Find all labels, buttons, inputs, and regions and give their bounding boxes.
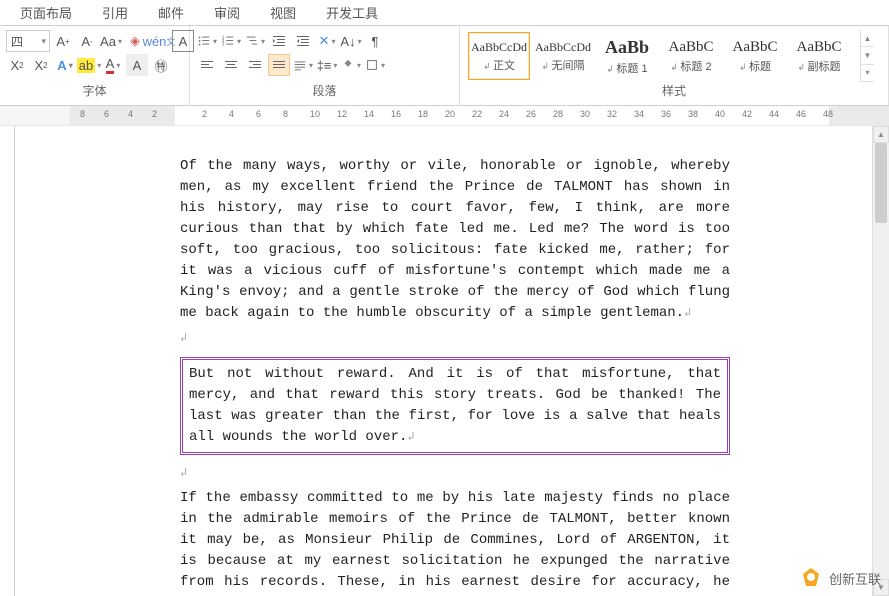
ribbon: 四 A+ A- Aa ◈ wén文 A X2 X2 A ab A A ㊕ — [0, 26, 889, 106]
styles-scroll-down[interactable]: ▼ — [861, 47, 874, 64]
styles-scroll: ▲ ▼ ▾ — [860, 30, 874, 82]
increase-indent-button[interactable] — [292, 30, 314, 52]
font-color-button[interactable]: A — [102, 54, 124, 76]
line-spacing-button[interactable]: ‡≡ — [316, 54, 338, 76]
align-right-button[interactable] — [244, 54, 266, 76]
ruler-horizontal[interactable]: 8642246810121416182022242628303234363840… — [0, 106, 889, 126]
paragraph-3[interactable]: If the embassy committed to me by his la… — [180, 488, 730, 596]
paragraph-2[interactable]: But not without reward. And it is of tha… — [189, 364, 721, 448]
asian-layout-button[interactable]: ✕ — [316, 30, 338, 52]
align-left-button[interactable] — [196, 54, 218, 76]
vertical-scrollbar[interactable]: ▲ ▼ — [872, 126, 889, 596]
multilevel-list-button[interactable] — [244, 30, 266, 52]
document-area: Of the many ways, worthy or vile, honora… — [0, 126, 889, 596]
paragraph-empty-2[interactable] — [180, 463, 730, 484]
text-effects-button[interactable]: A — [54, 54, 76, 76]
group-paragraph-label: 段落 — [196, 82, 453, 101]
page: Of the many ways, worthy or vile, honora… — [80, 126, 820, 596]
style-item-0[interactable]: AaBbCcDd正文 — [468, 32, 530, 80]
tab-devtools[interactable]: 开发工具 — [326, 3, 378, 22]
bullets-button[interactable] — [196, 30, 218, 52]
svg-text:3: 3 — [222, 41, 225, 46]
phonetic-guide-button[interactable]: wén文 — [148, 30, 170, 52]
tab-review[interactable]: 审阅 — [214, 3, 240, 22]
show-marks-button[interactable]: ¶ — [364, 30, 386, 52]
group-styles: AaBbCcDd正文AaBbCcDd无间隔AaBb标题 1AaBbC标题 2Aa… — [460, 26, 889, 105]
subscript-button[interactable]: X2 — [6, 54, 28, 76]
align-distribute-button[interactable] — [292, 54, 314, 76]
shading-button[interactable] — [340, 54, 362, 76]
paragraph-empty[interactable] — [180, 328, 730, 349]
style-item-1[interactable]: AaBbCcDd无间隔 — [532, 32, 594, 80]
scroll-up-button[interactable]: ▲ — [873, 126, 889, 143]
watermark-icon — [799, 566, 823, 590]
document-scroll[interactable]: Of the many ways, worthy or vile, honora… — [22, 126, 889, 596]
numbering-button[interactable]: 123 — [220, 30, 242, 52]
styles-gallery: AaBbCcDd正文AaBbCcDd无间隔AaBb标题 1AaBbC标题 2Aa… — [466, 30, 852, 82]
tab-view[interactable]: 视图 — [270, 3, 296, 22]
ruler-vertical[interactable] — [0, 126, 22, 596]
style-item-2[interactable]: AaBb标题 1 — [596, 32, 658, 80]
watermark: 创新互联 — [799, 566, 881, 590]
highlight-button[interactable]: ab — [78, 54, 100, 76]
align-justify-button[interactable] — [268, 54, 290, 76]
fontsize-select[interactable]: 四 — [6, 30, 50, 52]
char-shading-button[interactable]: A — [126, 54, 148, 76]
bordered-paragraph-box: But not without reward. And it is of tha… — [180, 357, 730, 455]
group-font: 四 A+ A- Aa ◈ wén文 A X2 X2 A ab A A ㊕ — [0, 26, 190, 105]
enclose-char-button[interactable]: ㊕ — [150, 54, 172, 76]
group-paragraph: 123 ✕ A↓ ¶ ‡≡ — [190, 26, 460, 105]
superscript-button[interactable]: X2 — [30, 54, 52, 76]
style-item-4[interactable]: AaBbC标题 — [724, 32, 786, 80]
shrink-font-button[interactable]: A- — [76, 30, 98, 52]
align-center-button[interactable] — [220, 54, 242, 76]
styles-scroll-up[interactable]: ▲ — [861, 30, 874, 47]
ribbon-tabs: 页面布局 引用 邮件 审阅 视图 开发工具 — [0, 0, 889, 26]
scroll-thumb[interactable] — [875, 143, 887, 223]
sort-button[interactable]: A↓ — [340, 30, 362, 52]
tab-references[interactable]: 引用 — [102, 3, 128, 22]
decrease-indent-button[interactable] — [268, 30, 290, 52]
change-case-button[interactable]: Aa — [100, 30, 122, 52]
paragraph-1[interactable]: Of the many ways, worthy or vile, honora… — [180, 156, 730, 324]
watermark-text: 创新互联 — [829, 569, 881, 588]
tab-mail[interactable]: 邮件 — [158, 3, 184, 22]
style-item-5[interactable]: AaBbC副标题 — [788, 32, 850, 80]
grow-font-button[interactable]: A+ — [52, 30, 74, 52]
group-font-label: 字体 — [6, 82, 183, 101]
borders-button[interactable] — [364, 54, 386, 76]
group-styles-label: 样式 — [466, 82, 882, 101]
styles-expand[interactable]: ▾ — [861, 65, 874, 82]
style-item-3[interactable]: AaBbC标题 2 — [660, 32, 722, 80]
tab-pagelayout[interactable]: 页面布局 — [20, 3, 72, 22]
